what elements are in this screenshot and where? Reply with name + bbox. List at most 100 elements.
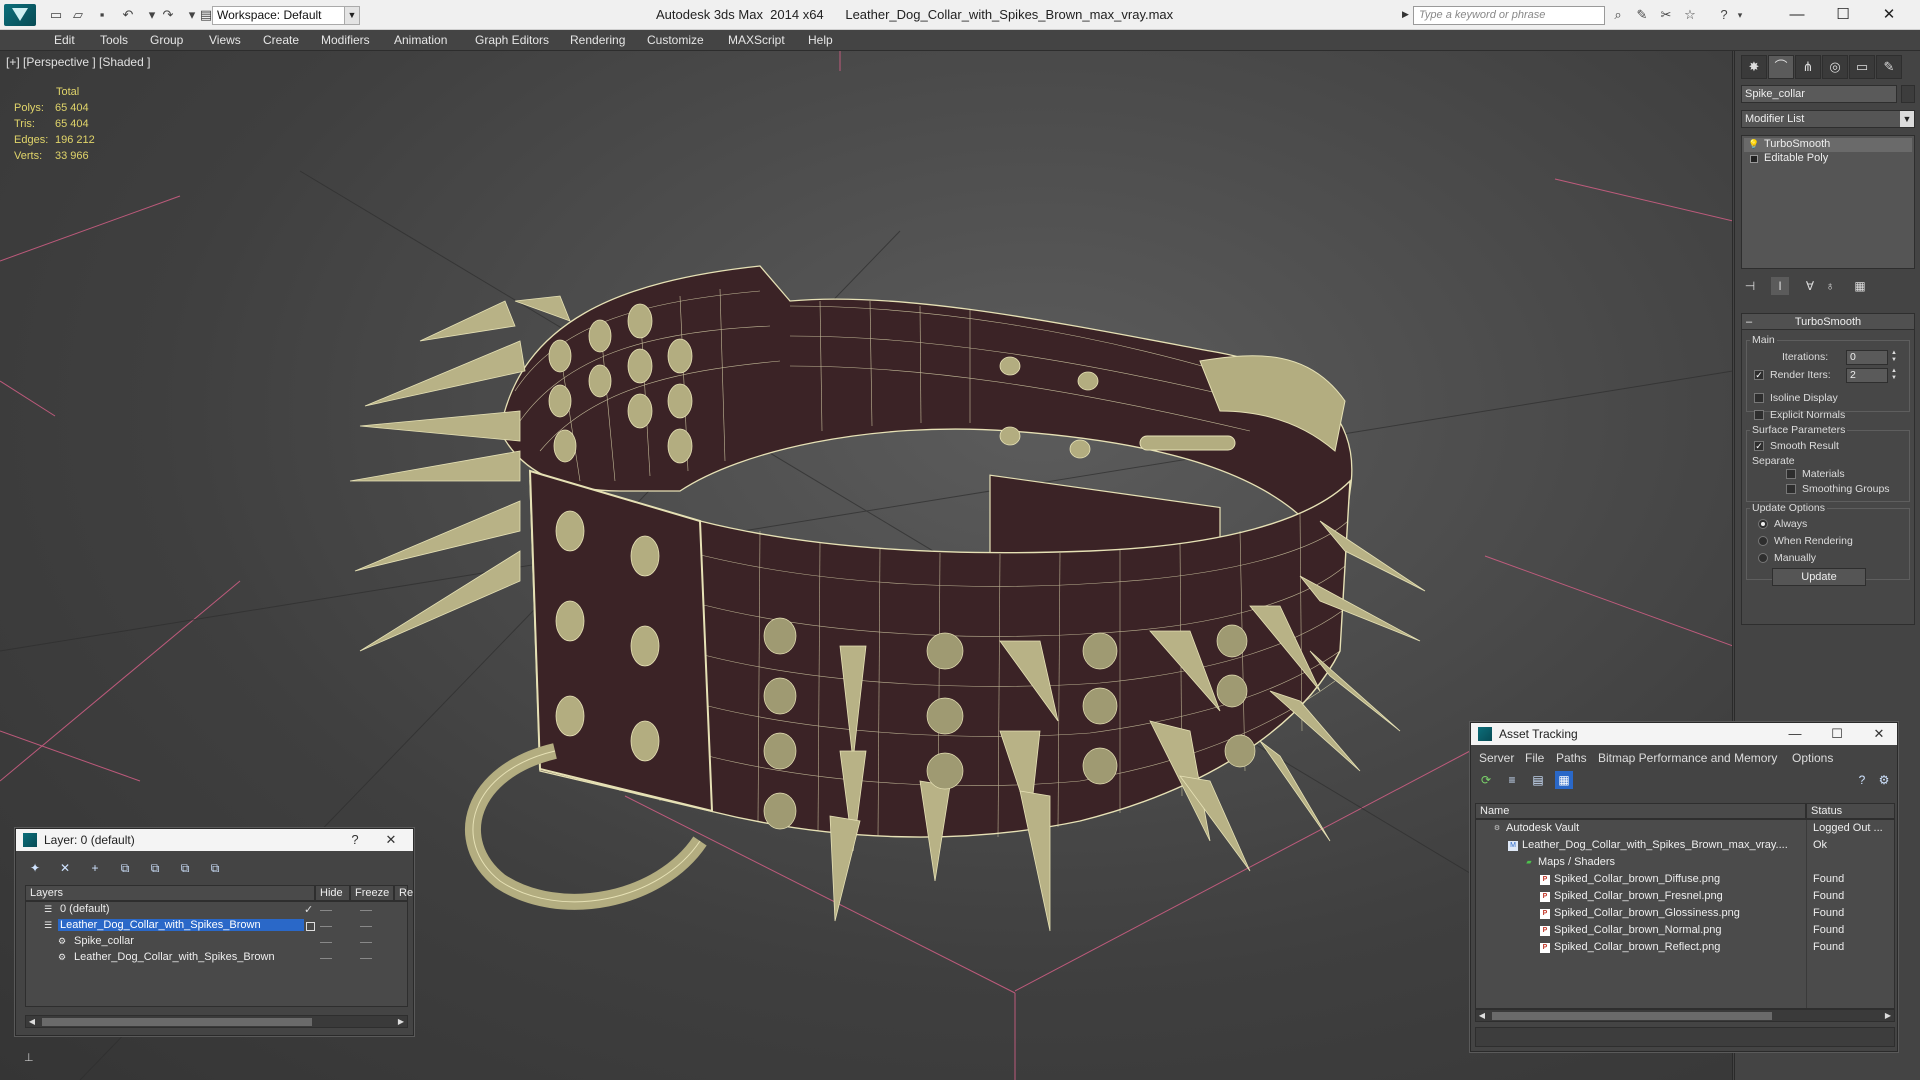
settings-icon[interactable]: ⚙ <box>1875 771 1893 789</box>
rollout-header[interactable]: – TurboSmooth <box>1742 314 1914 330</box>
hide-toggle[interactable] <box>320 926 332 927</box>
layer-row[interactable]: ⚙ Spike_collar <box>26 935 407 950</box>
always-radio[interactable] <box>1758 519 1768 529</box>
object-name-field[interactable]: Spike_collar <box>1741 85 1897 103</box>
modifier-list-dropdown[interactable]: Modifier List ▼ <box>1741 110 1915 128</box>
layer-row[interactable]: ⚙ Leather_Dog_Collar_with_Spikes_Brown <box>26 951 407 966</box>
add-to-layer-icon[interactable]: + <box>86 859 104 877</box>
menu-modifiers[interactable]: Modifiers <box>321 33 370 47</box>
asset-row-max-file[interactable]: M Leather_Dog_Collar_with_Spikes_Brown_m… <box>1476 839 1894 853</box>
hierarchy-tab-icon[interactable]: ⋔ <box>1795 55 1821 79</box>
maximize-icon[interactable]: ☐ <box>1825 725 1849 743</box>
menu-customize[interactable]: Customize <box>647 33 704 47</box>
menu-server[interactable]: Server <box>1479 751 1514 765</box>
menu-group[interactable]: Group <box>150 33 183 47</box>
asset-row-png[interactable]: P Spiked_Collar_brown_Fresnel.png Found <box>1476 890 1894 904</box>
save-icon[interactable]: ▪ <box>94 7 110 23</box>
menu-views[interactable]: Views <box>209 33 241 47</box>
configure-sets-icon[interactable]: ▦ <box>1851 277 1869 295</box>
select-objects-icon[interactable]: ⧉ <box>116 859 134 877</box>
asset-row-png[interactable]: P Spiked_Collar_brown_Normal.png Found <box>1476 924 1894 938</box>
when-rendering-radio[interactable] <box>1758 536 1768 546</box>
set-current-box-icon[interactable] <box>306 922 315 931</box>
modify-tab-icon[interactable]: ⌒ <box>1768 55 1794 79</box>
display-tab-icon[interactable]: ▭ <box>1849 55 1875 79</box>
isoline-display-checkbox[interactable] <box>1754 393 1764 403</box>
refresh-icon[interactable]: ⟳ <box>1477 771 1495 789</box>
make-unique-icon[interactable]: ∀ <box>1801 277 1819 295</box>
freeze-toggle[interactable] <box>360 910 372 911</box>
smoothing-groups-checkbox[interactable] <box>1786 484 1796 494</box>
asset-row-png[interactable]: P Spiked_Collar_brown_Glossiness.png Fou… <box>1476 907 1894 921</box>
open-file-icon[interactable]: ▱ <box>70 7 86 23</box>
horizontal-scrollbar[interactable]: ◀ ▶ <box>1475 1009 1895 1022</box>
menu-edit[interactable]: Edit <box>54 33 75 47</box>
favorites-star-icon[interactable]: ☆ <box>1682 7 1698 23</box>
freeze-toggle[interactable] <box>360 942 372 943</box>
explicit-normals-checkbox[interactable] <box>1754 410 1764 420</box>
freeze-toggle[interactable] <box>360 926 372 927</box>
stack-item-editable-poly[interactable]: Editable Poly <box>1744 152 1912 166</box>
materials-checkbox[interactable] <box>1786 469 1796 479</box>
menu-file[interactable]: File <box>1525 751 1544 765</box>
motion-tab-icon[interactable]: ◎ <box>1822 55 1848 79</box>
freeze-toggle[interactable] <box>360 958 372 959</box>
subscription-icon[interactable]: ✎ <box>1634 7 1650 23</box>
close-button[interactable]: ✕ <box>1866 2 1912 28</box>
scroll-right-icon[interactable]: ▶ <box>1882 1010 1894 1021</box>
column-layers[interactable]: Layers <box>25 885 315 901</box>
menu-create[interactable]: Create <box>263 33 299 47</box>
column-hide[interactable]: Hide <box>315 885 350 901</box>
remove-modifier-icon[interactable]: ♁ <box>1821 277 1839 295</box>
hide-all-layers-icon[interactable]: ⧉ <box>206 859 224 877</box>
scroll-right-icon[interactable]: ▶ <box>395 1016 407 1027</box>
lightbulb-icon[interactable]: 💡 <box>1748 139 1759 150</box>
new-layer-icon[interactable]: ✦ <box>26 859 44 877</box>
asset-path-field[interactable] <box>1475 1027 1895 1047</box>
spinner-arrows-icon[interactable]: ▲ ▼ <box>1890 368 1898 383</box>
column-status[interactable]: Status <box>1806 803 1895 819</box>
redo-icon[interactable]: ↷ <box>160 7 176 23</box>
workspace-select[interactable]: Workspace: Default ▼ <box>212 6 360 25</box>
menu-maxscript[interactable]: MAXScript <box>728 33 785 47</box>
help-icon[interactable]: ? <box>1716 7 1732 23</box>
select-layer-icon[interactable]: ⧉ <box>146 859 164 877</box>
column-name[interactable]: Name <box>1475 803 1806 819</box>
undo-icon[interactable]: ↶ <box>120 7 136 23</box>
render-iters-checkbox[interactable]: ✓ <box>1754 370 1764 380</box>
scroll-thumb[interactable] <box>1492 1012 1772 1020</box>
viewport-label[interactable]: [+] [Perspective ] [Shaded ] <box>6 55 150 69</box>
layer-row[interactable]: ☰ 0 (default) ✓ <box>26 903 407 918</box>
horizontal-scrollbar[interactable]: ◀ ▶ <box>25 1015 408 1028</box>
list-view-icon[interactable]: ≡ <box>1503 771 1521 789</box>
menu-animation[interactable]: Animation <box>394 33 447 47</box>
create-tab-icon[interactable]: ✸ <box>1741 55 1767 79</box>
update-button[interactable]: Update <box>1772 568 1866 586</box>
layer-row[interactable]: ☰ Leather_Dog_Collar_with_Spikes_Brown <box>26 919 407 934</box>
new-file-icon[interactable]: ▭ <box>48 7 64 23</box>
search-expand-icon[interactable]: ▶ <box>1402 9 1409 20</box>
close-icon[interactable]: ✕ <box>1867 725 1891 743</box>
utilities-tab-icon[interactable]: ✎ <box>1876 55 1902 79</box>
set-current-layer-icon[interactable]: ⧉ <box>176 859 194 877</box>
layer-dialog-titlebar[interactable]: Layer: 0 (default) ? ✕ <box>16 829 413 851</box>
close-icon[interactable]: ✕ <box>379 831 403 849</box>
object-color-swatch[interactable] <box>1901 85 1915 103</box>
binoculars-icon[interactable]: ⌕ <box>1610 7 1626 23</box>
menu-help[interactable]: Help <box>808 33 833 47</box>
thumbnail-view-icon[interactable]: ▤ <box>1529 771 1547 789</box>
render-iters-spinner[interactable]: 2 <box>1846 368 1888 383</box>
stack-item-turbosmooth[interactable]: 💡 TurboSmooth <box>1744 138 1912 152</box>
spinner-arrows-icon[interactable]: ▲ ▼ <box>1890 350 1898 365</box>
table-view-icon[interactable]: ▦ <box>1555 771 1573 789</box>
scroll-thumb[interactable] <box>42 1018 312 1026</box>
communication-icon[interactable]: ✂ <box>1658 7 1674 23</box>
hide-toggle[interactable] <box>320 910 332 911</box>
menu-bitmap-performance[interactable]: Bitmap Performance and Memory <box>1598 751 1777 765</box>
manually-radio[interactable] <box>1758 553 1768 563</box>
workspace-flyout-button[interactable]: ▼ <box>344 6 360 25</box>
undo-dropdown-icon[interactable]: ▾ <box>144 7 160 23</box>
iterations-spinner[interactable]: 0 <box>1846 350 1888 365</box>
minimize-icon[interactable]: — <box>1783 725 1807 743</box>
asset-row-vault[interactable]: ⚙ Autodesk Vault Logged Out ... <box>1476 822 1894 836</box>
